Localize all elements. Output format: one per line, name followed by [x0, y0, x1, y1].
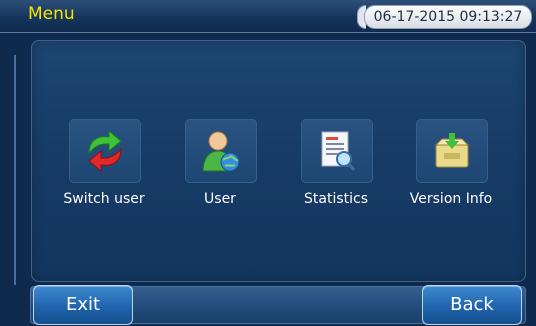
back-button[interactable]: Back	[422, 285, 522, 325]
menu-item-label: Version Info	[409, 191, 493, 207]
switch-user-icon	[69, 119, 141, 183]
menu-item-statistics[interactable]: Statistics	[281, 119, 391, 219]
menu-item-label: User	[204, 191, 236, 207]
exit-button[interactable]: Exit	[33, 285, 133, 325]
title-bar: Menu 06-17-2015 09:13:27	[0, 0, 536, 33]
version-info-box-icon	[416, 119, 488, 183]
device-screen: Menu 06-17-2015 09:13:27 Switch user Use…	[0, 0, 536, 326]
menu-item-label: Statistics	[304, 191, 368, 207]
datetime-display: 06-17-2015 09:13:27	[364, 5, 532, 29]
menu-item-switch-user[interactable]: Switch user	[49, 119, 159, 219]
menu-panel: Switch user User Statistics Version Info	[31, 40, 526, 282]
left-edge-accent	[14, 55, 16, 285]
page-title: Menu	[28, 4, 75, 24]
menu-item-label: Switch user	[63, 191, 145, 207]
user-globe-icon	[185, 119, 257, 183]
menu-item-version-info[interactable]: Version Info	[396, 119, 506, 219]
menu-item-user[interactable]: User	[165, 119, 275, 219]
statistics-report-icon	[301, 119, 373, 183]
